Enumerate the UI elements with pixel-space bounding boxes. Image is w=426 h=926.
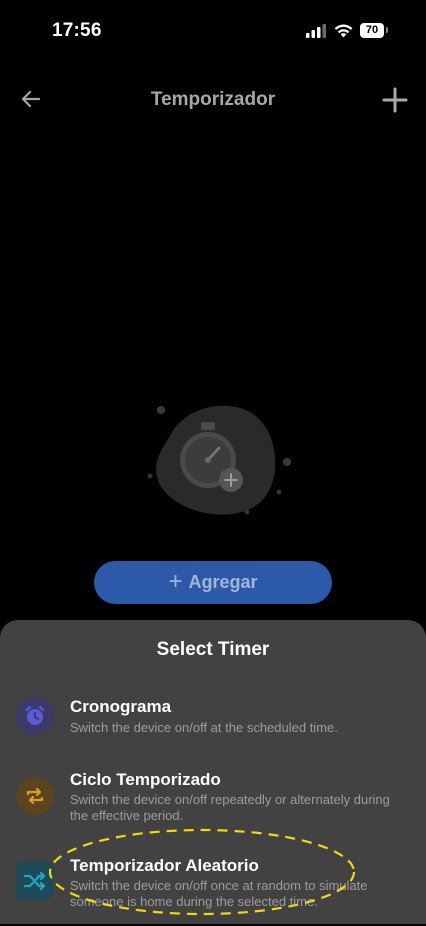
battery-level: 70 <box>360 23 384 38</box>
plus-icon[interactable] <box>381 86 409 114</box>
shuffle-icon <box>16 862 54 900</box>
option-title: Temporizador Aleatorio <box>70 856 259 875</box>
battery-tip <box>386 27 388 33</box>
option-ciclo-temporizado[interactable]: Ciclo Temporizado Switch the device on/o… <box>0 760 426 840</box>
option-temporizador-aleatorio[interactable]: Temporizador Aleatorio Switch the device… <box>0 846 426 926</box>
option-description: Switch the device on/off at the schedule… <box>70 720 338 735</box>
status-bar: 17:56 70 <box>0 0 426 64</box>
nav-bar: Temporizador <box>0 74 426 124</box>
page-title: Temporizador <box>150 89 276 110</box>
repeat-icon <box>16 777 54 815</box>
plus-icon: + <box>168 567 183 595</box>
option-cronograma[interactable]: Cronograma Switch the device on/off at t… <box>0 688 426 768</box>
wifi-icon <box>334 24 353 38</box>
cellular-signal-icon <box>306 24 326 38</box>
add-button-label: Agregar <box>188 572 258 592</box>
option-description: Switch the device on/off once at random … <box>70 878 368 909</box>
status-time: 17:56 <box>52 20 102 41</box>
option-title: Cronograma <box>70 697 172 716</box>
add-timer-button[interactable]: + Agregar <box>94 561 332 604</box>
stopwatch-illustration <box>147 405 291 515</box>
option-title: Ciclo Temporizado <box>70 770 221 789</box>
option-description: Switch the device on/off repeatedly or a… <box>70 792 390 823</box>
sheet-title: Select Timer <box>156 639 270 660</box>
alarm-clock-icon <box>16 697 54 735</box>
